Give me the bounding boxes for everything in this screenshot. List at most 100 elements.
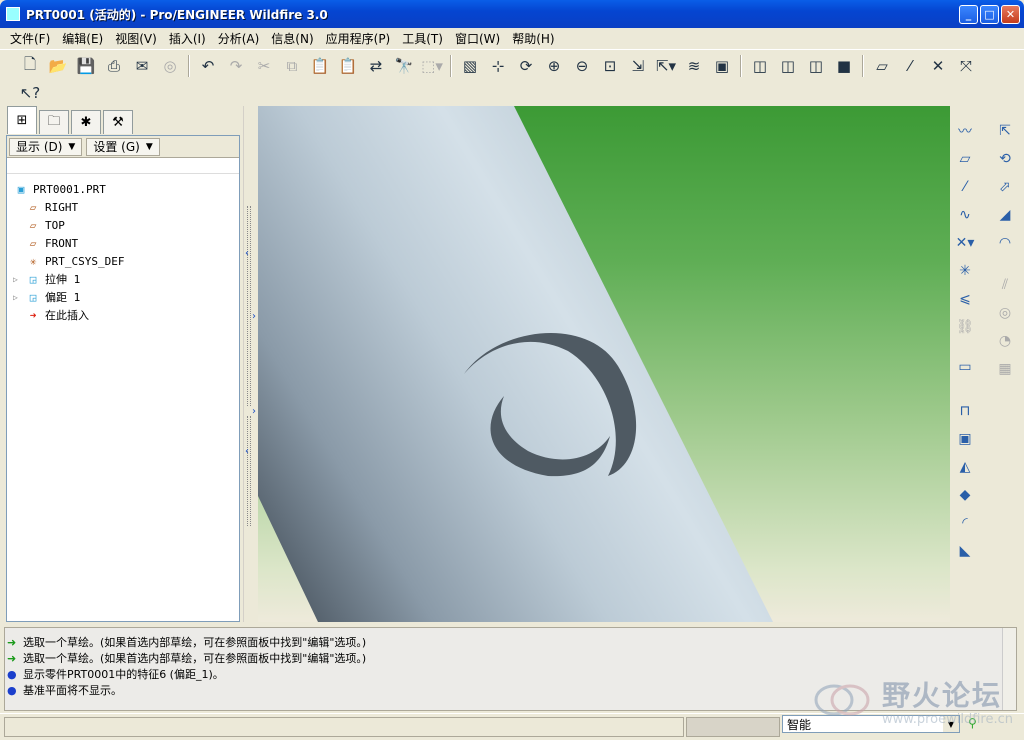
cut-icon[interactable]: ✂ xyxy=(250,53,278,79)
datum-plane-icon: ▱ xyxy=(29,200,37,214)
show-button[interactable]: 显示 (D) ▼ xyxy=(9,137,83,156)
regenerate-icon[interactable]: ⇄ xyxy=(362,53,390,79)
open-icon[interactable]: 📂 xyxy=(44,53,72,79)
expand-icon[interactable]: ▷ xyxy=(13,293,25,302)
model-tree: 显示 (D) ▼ 设置 (G) ▼ ▣ PRT0001.PRT ▱ RIGHT ▱ TOP… xyxy=(6,135,240,622)
menu-info[interactable]: 信息(N) xyxy=(265,30,319,47)
tab-model-tree[interactable]: ⊞ xyxy=(7,106,37,134)
close-button[interactable]: ✕ xyxy=(1001,5,1020,24)
undo-icon[interactable]: ↶ xyxy=(194,53,222,79)
menu-insert[interactable]: 插入(I) xyxy=(163,30,212,47)
select-box-icon[interactable]: ⬚▾ xyxy=(418,53,446,79)
no-hidden-icon[interactable]: ◫ xyxy=(802,53,830,79)
rib-icon[interactable]: ◭ xyxy=(953,456,977,478)
tree-node-insert-here[interactable]: ➜ 在此插入 xyxy=(13,306,239,324)
spin-center-icon[interactable]: ⊹ xyxy=(484,53,512,79)
sweep-icon[interactable]: ⬀ xyxy=(993,176,1017,198)
tree-node-front[interactable]: ▱ FRONT xyxy=(13,234,239,252)
new-icon[interactable]: 🗋 xyxy=(16,53,44,79)
paste-special-icon[interactable]: 📋 xyxy=(334,53,362,79)
datum-axes-icon[interactable]: ⁄ xyxy=(896,53,924,79)
repaint-icon[interactable]: ▧ xyxy=(456,53,484,79)
maximize-button[interactable]: □ xyxy=(980,5,999,24)
datum-curve-icon[interactable]: ∿ xyxy=(953,204,977,226)
settings-button[interactable]: 设置 (G) ▼ xyxy=(86,137,160,156)
datum-plane-icon: ▱ xyxy=(29,236,37,250)
menu-help[interactable]: 帮助(H) xyxy=(506,30,560,47)
reorient-icon[interactable]: ⇲ xyxy=(624,53,652,79)
csys-tool-icon[interactable]: ✳ xyxy=(953,260,977,282)
trim-icon[interactable]: ◔ xyxy=(993,330,1017,352)
orient-icon[interactable]: ⟳ xyxy=(512,53,540,79)
datum-point-tool-icon[interactable]: ✕▾ xyxy=(953,232,977,254)
tree-node-top[interactable]: ▱ TOP xyxy=(13,216,239,234)
view-manager-icon[interactable]: ▣ xyxy=(708,53,736,79)
send-icon[interactable]: ✉ xyxy=(128,53,156,79)
info-dot-icon: ● xyxy=(7,683,17,697)
redo-icon[interactable]: ↷ xyxy=(222,53,250,79)
boundary-icon[interactable]: ◠ xyxy=(993,232,1017,254)
zoom-in-icon[interactable]: ⊕ xyxy=(540,53,568,79)
panel-splitter[interactable]: ‹ › › ‹ xyxy=(243,106,257,622)
app-icon xyxy=(6,7,20,21)
datum-plane-tool-icon[interactable]: ▱ xyxy=(953,148,977,170)
layers-icon[interactable]: ≋ xyxy=(680,53,708,79)
merge-icon[interactable]: ◎ xyxy=(993,302,1017,324)
menu-edit[interactable]: 编辑(E) xyxy=(56,30,109,47)
connections-icon: ⚒ xyxy=(112,115,124,130)
graphics-window[interactable] xyxy=(258,106,950,622)
datum-axis-tool-icon[interactable]: ⁄ xyxy=(953,176,977,198)
expand-icon[interactable]: ▷ xyxy=(13,275,25,284)
menu-tools[interactable]: 工具(T) xyxy=(396,30,449,47)
round-icon[interactable]: ◜ xyxy=(953,512,977,534)
tree-node-csys[interactable]: ✳ PRT_CSYS_DEF xyxy=(13,252,239,270)
shell-icon[interactable]: ▣ xyxy=(953,428,977,450)
hidden-line-icon[interactable]: ◫ xyxy=(774,53,802,79)
mirror-icon[interactable]: ⫽ xyxy=(993,274,1017,296)
menu-view[interactable]: 视图(V) xyxy=(109,30,163,47)
menu-file[interactable]: 文件(F) xyxy=(4,30,56,47)
shading-icon[interactable]: ■ xyxy=(830,53,858,79)
expand-arrow-icon[interactable]: › xyxy=(252,311,256,322)
wireframe-icon[interactable]: ◫ xyxy=(746,53,774,79)
paste-icon[interactable]: 📋 xyxy=(306,53,334,79)
datum-points-icon[interactable]: ✕ xyxy=(924,53,952,79)
minimize-button[interactable]: _ xyxy=(959,5,978,24)
analysis-icon[interactable]: ⩽ xyxy=(953,288,977,310)
saved-views-icon[interactable]: ⇱▾ xyxy=(652,53,680,79)
find-icon[interactable]: 🔭 xyxy=(390,53,418,79)
annotation-icon[interactable]: ▭ xyxy=(953,356,977,378)
model-view[interactable] xyxy=(258,106,950,622)
tab-connections[interactable]: ⚒ xyxy=(103,110,133,134)
chamfer-icon[interactable]: ◣ xyxy=(953,540,977,562)
tree-node-right[interactable]: ▱ RIGHT xyxy=(13,198,239,216)
collapse-arrow-icon[interactable]: ‹ xyxy=(245,248,249,259)
revolve-icon[interactable]: ⟲ xyxy=(993,148,1017,170)
menu-applications[interactable]: 应用程序(P) xyxy=(320,30,397,47)
tab-favorites[interactable]: ✱ xyxy=(71,110,101,134)
refit-icon[interactable]: ⊡ xyxy=(596,53,624,79)
chain-icon[interactable]: ⛓ xyxy=(953,316,977,338)
draft-icon[interactable]: ◆ xyxy=(953,484,977,506)
cylinder-part[interactable] xyxy=(258,106,773,622)
tree-node-extrude[interactable]: ▷ ◲ 拉伸 1 xyxy=(13,270,239,288)
datum-planes-icon[interactable]: ▱ xyxy=(868,53,896,79)
menu-window[interactable]: 窗口(W) xyxy=(449,30,506,47)
blend-icon[interactable]: ◢ xyxy=(993,204,1017,226)
expand-arrow-icon[interactable]: › xyxy=(252,406,256,417)
sketch-icon[interactable]: 〰 xyxy=(953,120,977,142)
coordinate-systems-icon[interactable]: ⤧ xyxy=(952,53,980,79)
whats-this-icon[interactable]: ↖? xyxy=(16,80,44,106)
collapse-arrow-icon[interactable]: ‹ xyxy=(245,446,249,457)
view-icon[interactable]: ⇱ xyxy=(993,120,1017,142)
print-icon[interactable]: ⎙ xyxy=(100,53,128,79)
save-icon[interactable]: 💾 xyxy=(72,53,100,79)
copy-icon[interactable]: ⧉ xyxy=(278,53,306,79)
zoom-out-icon[interactable]: ⊖ xyxy=(568,53,596,79)
tree-node-offset[interactable]: ▷ ◲ 偏距 1 xyxy=(13,288,239,306)
tree-node-part[interactable]: ▣ PRT0001.PRT xyxy=(13,180,239,198)
tab-folder-browser[interactable]: 🗀 xyxy=(39,110,69,134)
menu-analysis[interactable]: 分析(A) xyxy=(212,30,266,47)
hole-icon[interactable]: ⊓ xyxy=(953,400,977,422)
pattern-icon[interactable]: ▦ xyxy=(993,358,1017,380)
